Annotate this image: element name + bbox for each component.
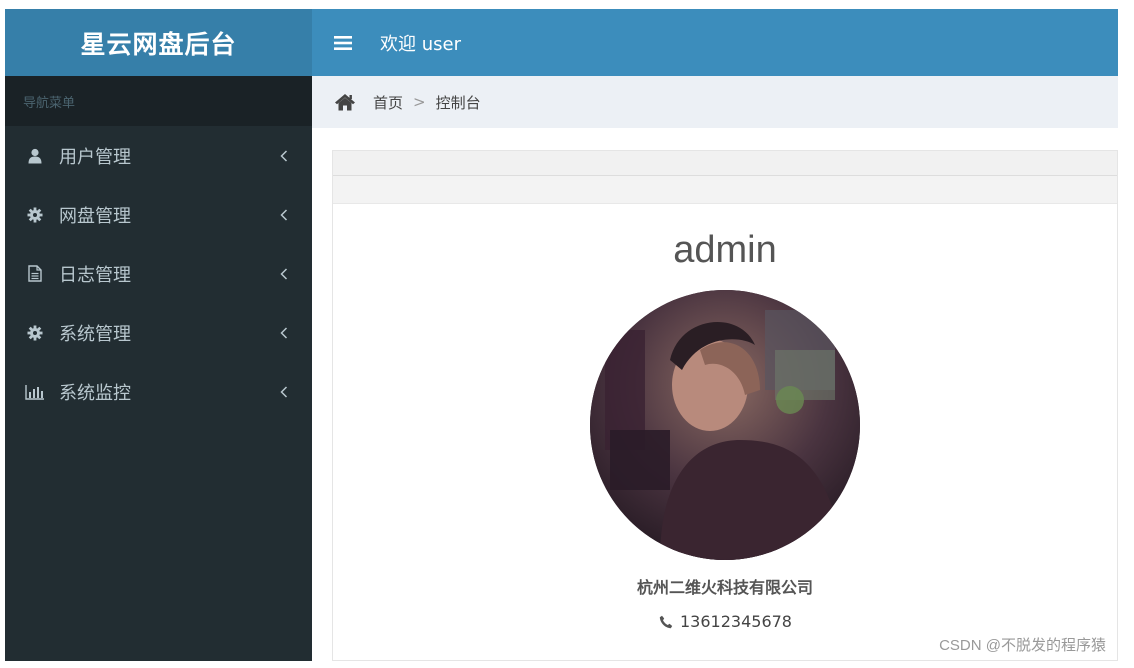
document-icon (25, 264, 45, 284)
gear-icon (25, 323, 45, 343)
profile-username: admin (673, 229, 777, 271)
app-logo[interactable]: 星云网盘后台 (5, 9, 312, 76)
avatar (590, 290, 860, 560)
phone-icon (658, 614, 674, 630)
box-subheader (333, 176, 1117, 204)
chevron-left-icon (278, 326, 290, 339)
sidebar-item-label: 网盘管理 (59, 205, 131, 227)
chevron-left-icon (278, 267, 290, 280)
home-icon[interactable] (333, 91, 357, 113)
sidebar-item-label: 系统管理 (59, 323, 131, 345)
breadcrumb-current: 控制台 (435, 93, 481, 112)
profile-box: admin 杭州二维火科技有限公司 13612345678 (332, 150, 1118, 661)
gear-icon (25, 205, 45, 225)
phone-number: 13612345678 (680, 612, 792, 631)
bar-chart-icon (25, 382, 45, 402)
sidebar-item-system-monitor[interactable]: 系统监控 (5, 362, 312, 421)
company-name: 杭州二维火科技有限公司 (636, 578, 813, 597)
breadcrumb-home-link[interactable]: 首页 (373, 92, 403, 113)
app-frame: 星云网盘后台 导航菜单 用户管理 网盘管理 日志管理 系统管理 系统监控 欢迎 … (5, 9, 1118, 661)
sidebar-item-disk-management[interactable]: 网盘管理 (5, 185, 312, 244)
breadcrumb: 首页 > 控制台 (312, 76, 1118, 128)
phone-info: 13612345678 (333, 612, 1117, 631)
welcome-text: 欢迎 user (380, 33, 461, 55)
user-icon (25, 146, 45, 166)
main-content: admin 杭州二维火科技有限公司 13612345678 (312, 128, 1118, 661)
sidebar-item-label: 用户管理 (59, 146, 131, 168)
chevron-left-icon (278, 385, 290, 398)
profile-panel: admin 杭州二维火科技有限公司 13612345678 (333, 203, 1117, 631)
chevron-left-icon (278, 149, 290, 162)
watermark: CSDN @不脱发的程序猿 (939, 637, 1106, 654)
sidebar-header: 导航菜单 (5, 76, 312, 126)
top-header: 欢迎 user (312, 9, 1118, 76)
sidebar: 星云网盘后台 导航菜单 用户管理 网盘管理 日志管理 系统管理 系统监控 (5, 9, 312, 661)
sidebar-item-label: 系统监控 (59, 382, 131, 404)
box-header (333, 151, 1117, 176)
sidebar-item-user-management[interactable]: 用户管理 (5, 126, 312, 185)
chevron-left-icon (278, 208, 290, 221)
sidebar-item-label: 日志管理 (59, 264, 131, 286)
menu-toggle-icon[interactable] (332, 32, 354, 54)
breadcrumb-separator: > (413, 93, 426, 111)
sidebar-item-system-management[interactable]: 系统管理 (5, 303, 312, 362)
sidebar-item-log-management[interactable]: 日志管理 (5, 244, 312, 303)
